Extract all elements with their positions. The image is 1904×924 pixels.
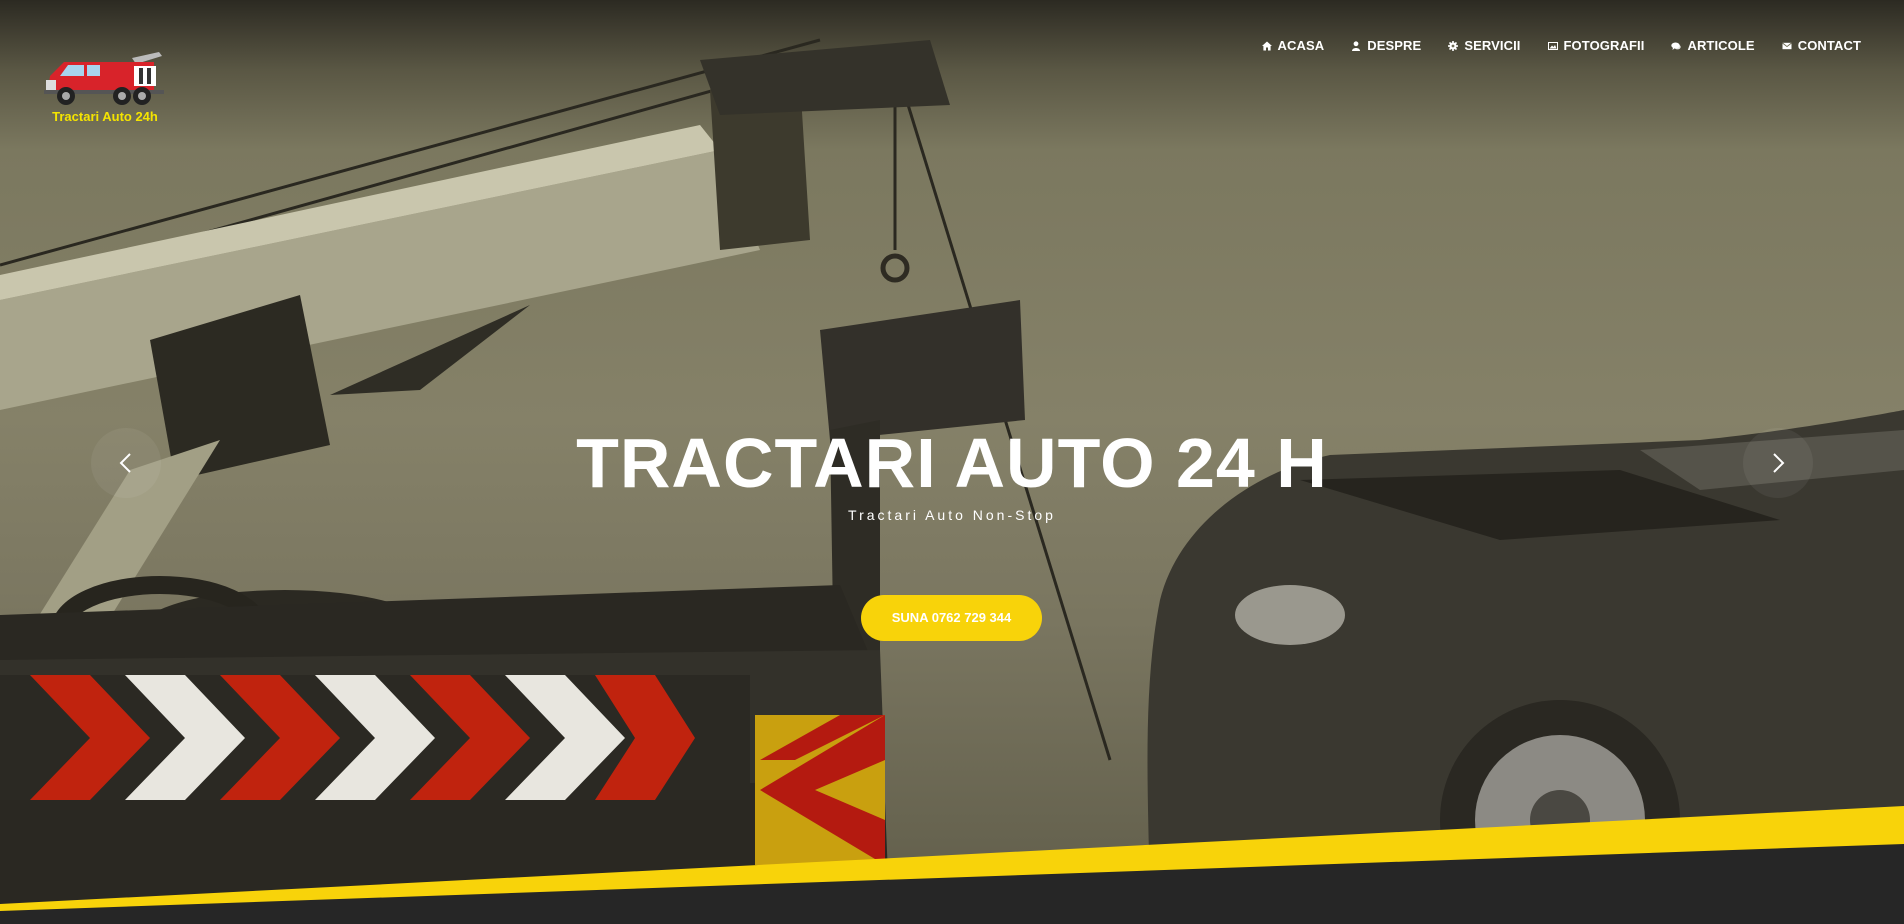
- nav-item-label: DESPRE: [1367, 38, 1422, 53]
- nav-item-servicii[interactable]: SERVICII: [1448, 38, 1520, 53]
- envelope-icon: [1781, 42, 1792, 49]
- nav-item-label: CONTACT: [1797, 38, 1861, 53]
- nav-item-contact[interactable]: CONTACT: [1781, 38, 1861, 53]
- hero-title: TRACTARI AUTO 24 H: [576, 424, 1328, 502]
- user-icon: [1352, 40, 1361, 51]
- nav-item-despre[interactable]: DESPRE: [1351, 38, 1421, 53]
- main-nav: ACASA DESPRE SERVICII FOTOGRAFII ARTICOL…: [1235, 38, 1861, 53]
- image-icon: [1547, 41, 1558, 50]
- nav-item-label: SERVICII: [1464, 38, 1521, 53]
- nav-item-acasa[interactable]: ACASA: [1261, 38, 1325, 53]
- site-logo[interactable]: Tractari Auto 24h: [44, 50, 166, 126]
- home-icon: [1261, 41, 1272, 50]
- call-button[interactable]: SUNA 0762 729 344: [861, 595, 1042, 641]
- hero-subtitle: Tractari Auto Non-Stop: [848, 507, 1056, 523]
- hero-bottom-divider: [0, 806, 1904, 924]
- tow-truck-icon: [44, 52, 164, 105]
- site-header: Tractari Auto 24h ACASA DESPRE SERVICII …: [0, 0, 1904, 130]
- hero-slider: Tractari Auto 24h ACASA DESPRE SERVICII …: [0, 0, 1904, 924]
- nav-item-label: FOTOGRAFII: [1563, 38, 1645, 53]
- nav-item-label: ARTICOLE: [1687, 38, 1755, 53]
- gear-icon: [1448, 40, 1459, 51]
- comments-icon: [1671, 42, 1682, 50]
- nav-item-label: ACASA: [1277, 38, 1325, 53]
- nav-item-articole[interactable]: ARTICOLE: [1671, 38, 1755, 53]
- nav-item-fotografii[interactable]: FOTOGRAFII: [1547, 38, 1645, 53]
- logo-text: Tractari Auto 24h: [52, 109, 158, 124]
